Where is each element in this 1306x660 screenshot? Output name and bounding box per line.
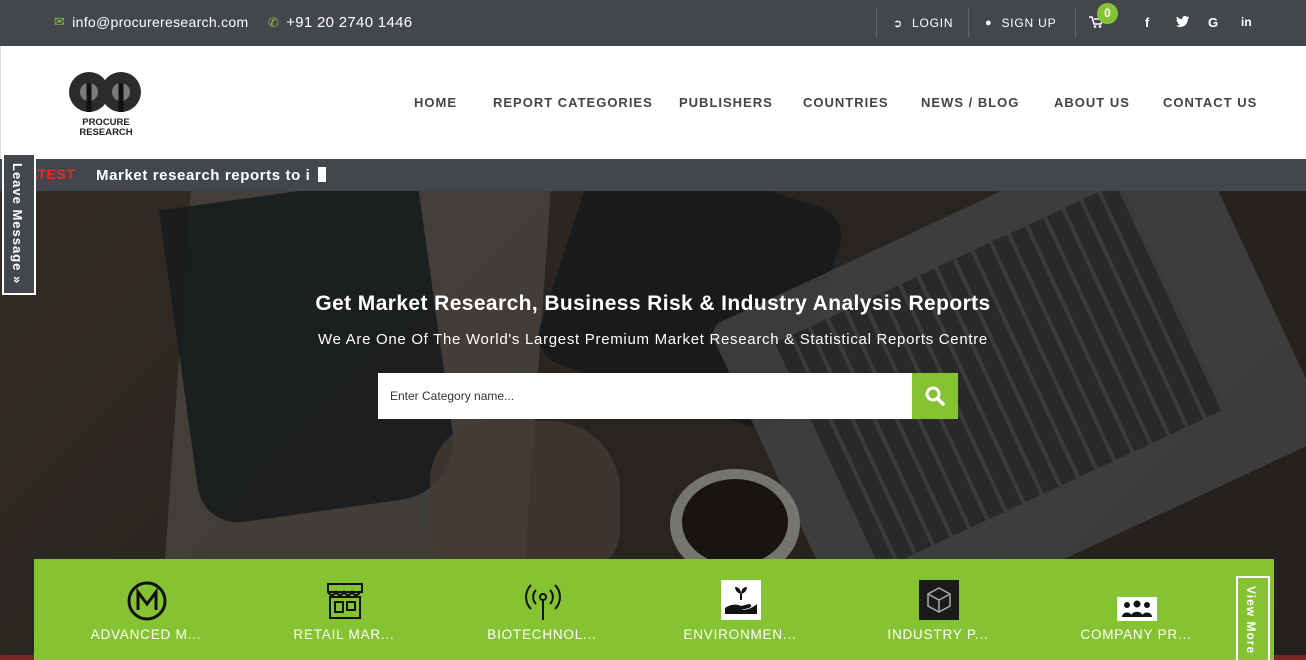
nav-about-us[interactable]: ABOUT US — [1054, 95, 1130, 110]
divider — [876, 8, 877, 38]
nav-publishers[interactable]: PUBLISHERS — [679, 95, 773, 110]
cube-icon — [919, 580, 959, 620]
category-item[interactable]: COMPANY PR... — [1051, 559, 1221, 660]
google-icon[interactable]: G — [1208, 15, 1218, 30]
category-item[interactable]: ENVIRONMEN... — [655, 559, 825, 660]
email-contact[interactable]: ✉ info@procureresearch.com — [54, 14, 248, 30]
user-icon: ● — [985, 17, 993, 29]
search-button[interactable] — [912, 373, 958, 419]
email-text: info@procureresearch.com — [72, 14, 249, 30]
phone-contact[interactable]: ✆ +91 20 2740 1446 — [268, 14, 412, 31]
nav-report-categories[interactable]: REPORT CATEGORIES — [493, 95, 653, 110]
main-header: PROCURE RESEARCH HOME REPORT CATEGORIES … — [0, 46, 1306, 159]
cart-count-badge: 0 — [1097, 3, 1118, 24]
category-label: ENVIRONMEN... — [683, 627, 797, 642]
category-item[interactable]: RETAIL MAR... — [259, 559, 429, 660]
storefront-icon — [324, 580, 366, 622]
search-icon — [925, 386, 945, 406]
linkedin-icon[interactable]: in — [1241, 15, 1252, 29]
category-item[interactable]: ADVANCED M... — [61, 559, 231, 660]
view-more-button[interactable]: View More — [1236, 576, 1270, 660]
nav-contact-us[interactable]: CONTACT US — [1163, 95, 1257, 110]
m-circle-icon — [126, 580, 168, 622]
divider — [968, 8, 969, 38]
category-label: INDUSTRY P... — [887, 627, 989, 642]
hero-title: Get Market Research, Business Risk & Ind… — [315, 292, 991, 315]
logo-text-line2: RESEARCH — [79, 127, 133, 138]
phone-text: +91 20 2740 1446 — [286, 14, 413, 31]
facebook-icon[interactable]: f — [1145, 15, 1149, 30]
twitter-icon[interactable] — [1176, 15, 1189, 30]
ticker-cursor — [318, 167, 326, 182]
category-item[interactable]: INDUSTRY P... — [853, 559, 1023, 660]
category-label: COMPANY PR... — [1080, 627, 1192, 642]
logo-text: PROCURE RESEARCH — [67, 118, 145, 138]
login-label: LOGIN — [912, 16, 954, 30]
login-link[interactable]: ➲ LOGIN — [893, 16, 953, 30]
ticker-news-link[interactable]: Market research reports to i — [96, 167, 310, 184]
top-bar: ✉ info@procureresearch.com ✆ +91 20 2740… — [0, 0, 1306, 46]
nav-news-blog[interactable]: NEWS / BLOG — [921, 95, 1019, 110]
leave-message-tab[interactable]: Leave Message » — [2, 153, 36, 295]
news-ticker: ATEST Market research reports to i — [0, 159, 1306, 191]
people-icon — [1117, 597, 1157, 621]
divider — [1075, 8, 1076, 38]
view-more-label: View More — [1244, 586, 1258, 655]
category-strip: ADVANCED M... RETAIL MAR... BIOTECHNOL..… — [34, 559, 1274, 660]
category-label: ADVANCED M... — [90, 627, 202, 642]
envelope-icon: ✉ — [54, 14, 66, 29]
category-label: RETAIL MAR... — [293, 627, 395, 642]
leave-message-label: Leave Message » — [10, 163, 25, 285]
nav-countries[interactable]: COUNTRIES — [803, 95, 889, 110]
phone-icon: ✆ — [268, 14, 280, 30]
signup-label: SIGN UP — [1001, 16, 1057, 30]
hero-subtitle: We Are One Of The World's Largest Premiu… — [318, 331, 988, 348]
antenna-icon — [522, 580, 564, 622]
category-label: BIOTECHNOL... — [487, 627, 597, 642]
nav-home[interactable]: HOME — [414, 95, 457, 110]
category-search — [378, 373, 958, 419]
category-item[interactable]: BIOTECHNOL... — [457, 559, 627, 660]
login-icon: ➲ — [893, 17, 904, 30]
signup-link[interactable]: ● SIGN UP — [985, 16, 1056, 30]
category-search-input[interactable] — [378, 373, 912, 419]
plant-hand-icon — [721, 580, 761, 620]
